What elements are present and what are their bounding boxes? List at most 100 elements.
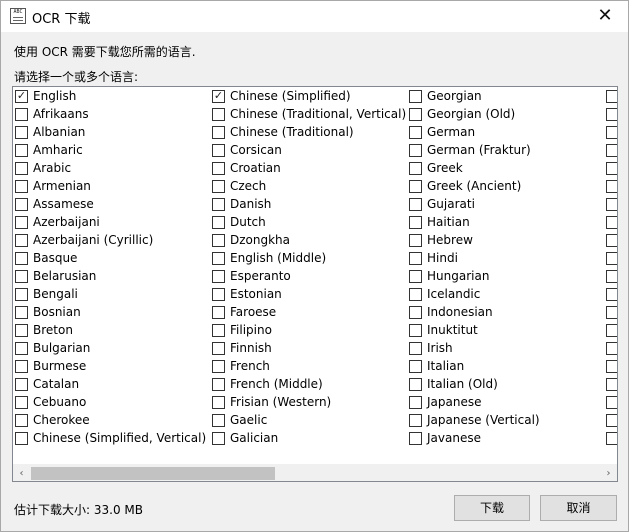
language-label: Japanese [427, 395, 482, 409]
language-checkbox[interactable] [212, 432, 225, 445]
language-checkbox[interactable] [15, 396, 28, 409]
language-checkbox[interactable] [606, 306, 617, 319]
language-checkbox[interactable] [15, 414, 28, 427]
language-checkbox[interactable] [212, 378, 225, 391]
language-label: Inuktitut [427, 323, 478, 337]
language-checkbox[interactable] [606, 360, 617, 373]
language-checkbox[interactable] [606, 414, 617, 427]
language-checkbox[interactable] [606, 162, 617, 175]
language-checkbox[interactable] [409, 144, 422, 157]
language-checkbox[interactable] [15, 108, 28, 121]
language-checkbox[interactable] [409, 288, 422, 301]
language-checkbox[interactable] [606, 252, 617, 265]
language-checkbox[interactable] [606, 126, 617, 139]
language-label: Bosnian [33, 305, 81, 319]
language-checkbox[interactable] [409, 252, 422, 265]
language-checkbox[interactable] [15, 198, 28, 211]
language-checkbox[interactable] [15, 288, 28, 301]
language-checkbox[interactable] [212, 144, 225, 157]
scroll-right-button[interactable]: › [600, 465, 617, 481]
language-label: Amharic [33, 143, 83, 157]
language-checkbox[interactable] [212, 252, 225, 265]
language-checkbox[interactable] [409, 378, 422, 391]
language-checkbox[interactable] [409, 306, 422, 319]
language-checkbox[interactable] [15, 126, 28, 139]
language-checkbox[interactable] [409, 162, 422, 175]
language-checkbox[interactable] [15, 378, 28, 391]
language-label: Hebrew [427, 233, 473, 247]
scroll-left-button[interactable]: ‹ [13, 465, 30, 481]
language-checkbox[interactable] [409, 414, 422, 427]
language-checkbox[interactable] [212, 126, 225, 139]
language-checkbox[interactable] [606, 108, 617, 121]
language-checkbox[interactable] [212, 396, 225, 409]
language-checkbox[interactable] [409, 270, 422, 283]
language-checkbox[interactable] [212, 342, 225, 355]
language-checkbox[interactable] [15, 360, 28, 373]
language-checkbox[interactable] [606, 270, 617, 283]
language-checkbox[interactable] [212, 306, 225, 319]
language-checkbox[interactable] [212, 108, 225, 121]
language-checkbox[interactable] [212, 234, 225, 247]
language-checkbox[interactable] [606, 216, 617, 229]
language-checkbox[interactable] [212, 216, 225, 229]
language-checkbox[interactable] [212, 414, 225, 427]
language-checkbox[interactable] [409, 126, 422, 139]
language-label: Indonesian [427, 305, 493, 319]
language-checkbox[interactable] [606, 198, 617, 211]
language-checkbox[interactable] [212, 324, 225, 337]
language-checkbox[interactable] [606, 342, 617, 355]
language-checkbox[interactable] [409, 198, 422, 211]
language-checkbox[interactable] [409, 432, 422, 445]
language-checkbox[interactable] [15, 216, 28, 229]
language-checkbox[interactable] [409, 234, 422, 247]
language-checkbox[interactable]: ✓ [212, 89, 225, 103]
language-checkbox[interactable] [409, 108, 422, 121]
language-checkbox[interactable] [606, 288, 617, 301]
language-checkbox[interactable]: ✓ [15, 89, 28, 103]
language-checkbox[interactable] [15, 342, 28, 355]
language-label: Greek [427, 161, 463, 175]
language-checklist[interactable]: ✓ English Afrikaans Albanian Amharic Arabic Ar… [12, 86, 618, 482]
language-checkbox[interactable] [606, 90, 617, 103]
language-checkbox[interactable] [606, 378, 617, 391]
language-checkbox[interactable] [606, 144, 617, 157]
language-checkbox[interactable] [15, 270, 28, 283]
language-label: Breton [33, 323, 73, 337]
language-checkbox[interactable] [212, 270, 225, 283]
language-checkbox[interactable] [15, 306, 28, 319]
language-checkbox[interactable] [15, 144, 28, 157]
language-checkbox[interactable] [409, 90, 422, 103]
language-checkbox[interactable] [212, 180, 225, 193]
language-label: Icelandic [427, 287, 481, 301]
language-checkbox[interactable] [606, 396, 617, 409]
language-checkbox[interactable] [409, 360, 422, 373]
language-label: Frisian (Western) [230, 395, 332, 409]
language-checkbox[interactable] [409, 324, 422, 337]
language-checkbox[interactable] [606, 432, 617, 445]
download-button[interactable]: 下载 [454, 495, 530, 521]
language-checkbox[interactable] [15, 180, 28, 193]
language-checkbox[interactable] [409, 342, 422, 355]
language-checkbox[interactable] [409, 396, 422, 409]
language-checkbox[interactable] [606, 234, 617, 247]
language-checkbox[interactable] [15, 252, 28, 265]
chevron-right-icon: › [606, 468, 611, 479]
language-checkbox[interactable] [15, 162, 28, 175]
language-checkbox[interactable] [212, 360, 225, 373]
language-checkbox[interactable] [15, 234, 28, 247]
language-checkbox[interactable] [212, 162, 225, 175]
language-checkbox[interactable] [15, 432, 28, 445]
language-checkbox[interactable] [606, 180, 617, 193]
language-checkbox[interactable] [409, 180, 422, 193]
language-checkbox[interactable] [212, 198, 225, 211]
language-label: Corsican [230, 143, 282, 157]
cancel-button[interactable]: 取消 [540, 495, 617, 521]
language-checkbox[interactable] [15, 324, 28, 337]
horizontal-scrollbar[interactable]: ‹ › [13, 464, 617, 481]
language-checkbox[interactable] [212, 288, 225, 301]
scrollbar-thumb[interactable] [31, 467, 275, 480]
close-button[interactable]: ✕ [582, 1, 628, 32]
language-checkbox[interactable] [409, 216, 422, 229]
language-checkbox[interactable] [606, 324, 617, 337]
